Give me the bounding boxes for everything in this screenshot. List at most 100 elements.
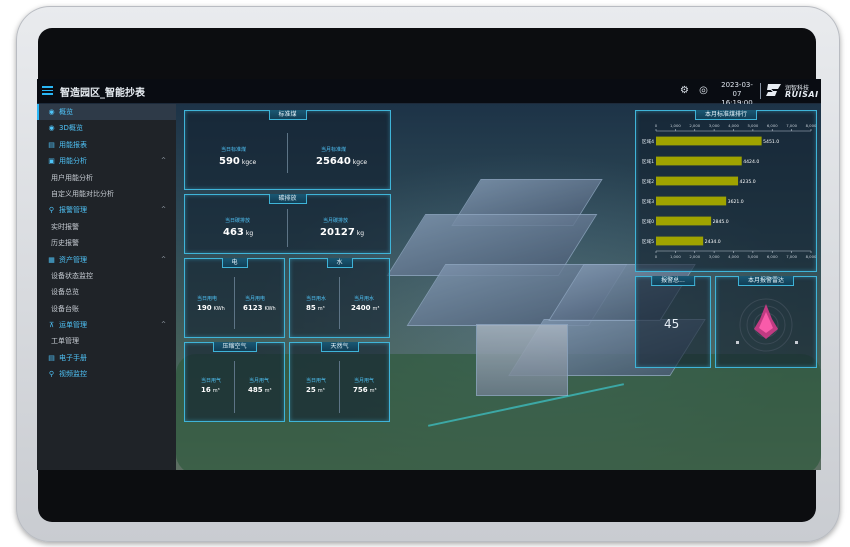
sidebar-item-orders[interactable]: ⊼ 运单管理 ^: [37, 317, 176, 333]
sidebar-item-label: 概览: [59, 108, 73, 116]
sidebar-item-alarm[interactable]: ⚲ 报警管理 ^: [37, 202, 176, 218]
database-icon: ▦: [48, 255, 55, 264]
sidebar-item-history-alarm[interactable]: 历史报警: [37, 235, 176, 251]
stat-value: 6123 KWh: [243, 304, 276, 312]
stat-value: 485 m³: [248, 386, 272, 394]
stat-value: 590 kgce: [219, 156, 257, 167]
panel-divider: [287, 133, 288, 173]
sidebar-item-label: 资产管理: [59, 255, 87, 264]
tick-label-bottom: 5,000: [747, 254, 758, 259]
sidebar-item-label: 自定义用能对比分析: [51, 189, 114, 198]
stat-value: 16 m³: [201, 386, 220, 394]
sidebar-item-manual[interactable]: ▤ 电子手册: [37, 350, 176, 366]
stat-label: 当日标准煤: [221, 147, 247, 153]
category-label: 区域5: [642, 238, 654, 245]
sidebar-item-label: 设备状态监控: [51, 271, 93, 280]
sidebar-item-label: 视频监控: [59, 370, 87, 379]
sidebar-item-device-overview[interactable]: 设备总览: [37, 284, 176, 300]
app-screen: 智造园区_智能抄表 ⚙ ◎ 2023-03-07 16:19:00 润智科技 R…: [37, 79, 821, 470]
panel-divider: [234, 361, 235, 413]
panel-divider: [287, 209, 288, 247]
overview-icon: ◉: [48, 108, 55, 116]
link-icon: ⚲: [48, 206, 55, 215]
stat-label: 当日用电: [197, 296, 218, 302]
stat-label: 当月用气: [354, 378, 375, 384]
tick-label-top: 5,000: [747, 123, 758, 128]
sidebar-item-label: 历史报警: [51, 239, 79, 248]
tick-label-top: 8,000: [806, 123, 816, 128]
sidebar-item-3d[interactable]: ◉ 3D概览: [37, 120, 176, 136]
sidebar-item-user-analysis[interactable]: 用户用能分析: [37, 170, 176, 186]
report-icon: ▤: [48, 140, 55, 149]
panel-title: 碳排放: [268, 194, 307, 204]
stat-label: 当日用气: [306, 378, 327, 384]
sidebar-item-label: 设备总览: [51, 288, 79, 297]
sidebar-item-video[interactable]: ⚲ 视频监控: [37, 366, 176, 382]
menu-icon[interactable]: [42, 86, 53, 95]
stat-label: 当日碳排放: [225, 218, 251, 224]
category-label: 区域4: [642, 138, 654, 145]
sidebar-item-label: 实时报警: [51, 222, 79, 231]
analysis-icon: ▣: [48, 157, 55, 166]
stat-value: 2400 m³: [351, 304, 380, 312]
stat-label: 当月用气: [249, 378, 270, 384]
sidebar-item-report[interactable]: ▤ 用能报表: [37, 137, 176, 153]
sidebar-item-device-ledger[interactable]: 设备台账: [37, 301, 176, 317]
tick-label-bottom: 1,000: [670, 254, 681, 259]
coal-ranking-chart: 0 0 1,000 1,000 2,000 2,000 3,000 3,000 4,000 4,0…: [642, 123, 816, 259]
sidebar-item-assets[interactable]: ▦ 资产管理 ^: [37, 252, 176, 268]
top-bar: 智造园区_智能抄表 ⚙ ◎ 2023-03-07 16:19:00 润智科技 R…: [37, 79, 821, 107]
bar-value-label: 2434.0: [705, 239, 721, 245]
category-label: 区域2: [642, 178, 654, 185]
date-text: 2023-03-07: [721, 81, 753, 98]
carbon-panel: 碳排放 当日碳排放 463 kg 当月碳排放 20127 kg: [184, 194, 391, 254]
chevron-up-icon: ^: [160, 157, 166, 165]
sidebar-item-custom-compare[interactable]: 自定义用能对比分析: [37, 186, 176, 202]
panel-divider: [339, 361, 340, 413]
tick-label-bottom: 8,000: [806, 254, 816, 259]
bar: [656, 156, 742, 166]
brand-logo: 润智科技 RUISAI: [765, 82, 819, 100]
sidebar: ◉ 概览 ◉ 3D概览 ▤ 用能报表 ▣ 用能分析 ^ 用户用能分析 自定义用能对比分析 …: [37, 104, 176, 470]
radar-point: [795, 341, 798, 344]
tick-label-top: 6,000: [767, 123, 778, 128]
sidebar-item-device-status[interactable]: 设备状态监控: [37, 268, 176, 284]
bar-value-label: 2845.0: [713, 219, 729, 225]
brand-name-en: RUISAI: [785, 90, 819, 99]
category-label: 区域1: [642, 158, 654, 165]
compressed-air-panel: 压缩空气 当日用气 16 m³ 当月用气 485 m³: [184, 342, 285, 422]
tick-label-bottom: 2,000: [689, 254, 700, 259]
coal-ranking-panel: 本月标准煤排行 0 0 1,000 1,000 2,000 2,000 3,000 3,000…: [635, 110, 817, 272]
panel-title: 天然气: [320, 342, 359, 352]
chevron-up-icon: ^: [160, 255, 166, 263]
stat-value: 25 m³: [306, 386, 325, 394]
category-label: 区域3: [642, 198, 654, 205]
sidebar-item-label: 报警管理: [59, 206, 87, 215]
stat-label: 当月标准煤: [321, 147, 347, 153]
chevron-up-icon: ^: [160, 321, 166, 329]
tick-label-bottom: 3,000: [709, 254, 720, 259]
bar-value-label: 4424.0: [743, 159, 759, 165]
natural-gas-panel: 天然气 当日用气 25 m³ 当月用气 756 m³: [289, 342, 390, 422]
sidebar-item-analysis[interactable]: ▣ 用能分析 ^: [37, 153, 176, 169]
sidebar-item-realtime-alarm[interactable]: 实时报警: [37, 219, 176, 235]
alarm-total-panel: 报警总... 45: [635, 276, 711, 368]
stat-value: 20127 kg: [320, 227, 365, 238]
user-icon[interactable]: ◎: [698, 85, 709, 96]
sidebar-item-overview[interactable]: ◉ 概览: [37, 104, 176, 121]
sidebar-item-label: 用能报表: [59, 140, 87, 149]
bar: [656, 216, 712, 226]
settings-icon[interactable]: ⚙: [679, 85, 690, 96]
tick-label-bottom: 4,000: [728, 254, 739, 259]
sidebar-item-work-orders[interactable]: 工单管理: [37, 333, 176, 349]
stat-label: 当月用水: [354, 296, 375, 302]
bar-value-label: 5451.0: [763, 139, 779, 145]
stat-value: 25640 kgce: [316, 156, 368, 167]
sidebar-item-label: 用能分析: [59, 157, 87, 166]
panel-divider: [234, 277, 235, 329]
tick-label-top: 4,000: [728, 123, 739, 128]
sidebar-item-label: 用户用能分析: [51, 173, 93, 182]
tick-label-top: 2,000: [689, 123, 700, 128]
panel-title: 压缩空气: [212, 342, 257, 352]
stat-value: 756 m³: [353, 386, 377, 394]
